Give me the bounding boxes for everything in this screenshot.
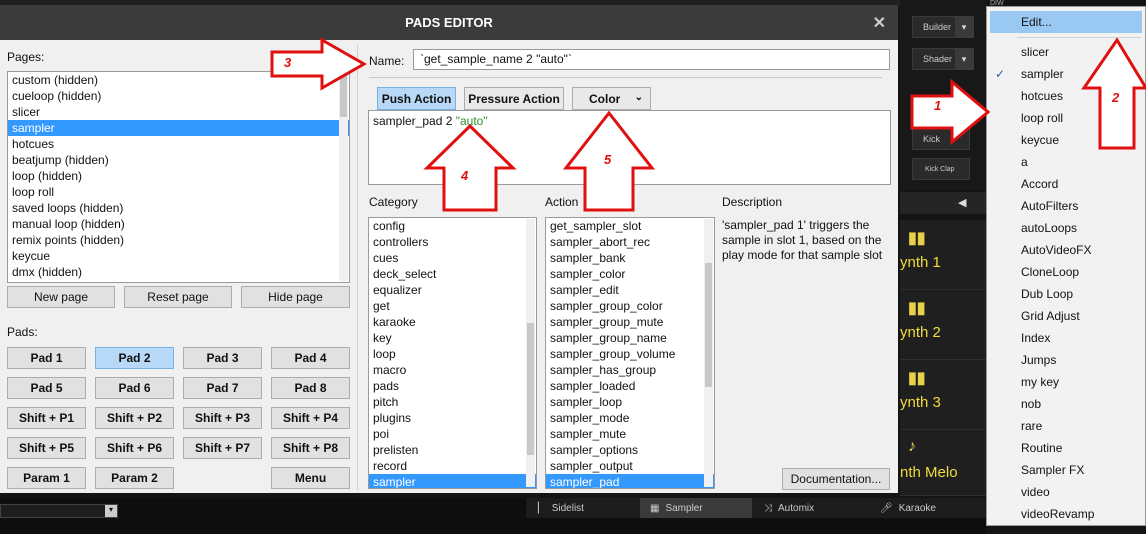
arrow-4 <box>423 123 517 212</box>
annotation-4: 4 <box>461 168 469 183</box>
annotation-arrows <box>270 37 1146 212</box>
arrow-1 <box>910 78 991 146</box>
annotation-1: 1 <box>934 98 942 113</box>
annotation-2: 2 <box>1112 90 1120 105</box>
annotation-5: 5 <box>604 152 612 167</box>
annotation-3: 3 <box>284 55 292 70</box>
